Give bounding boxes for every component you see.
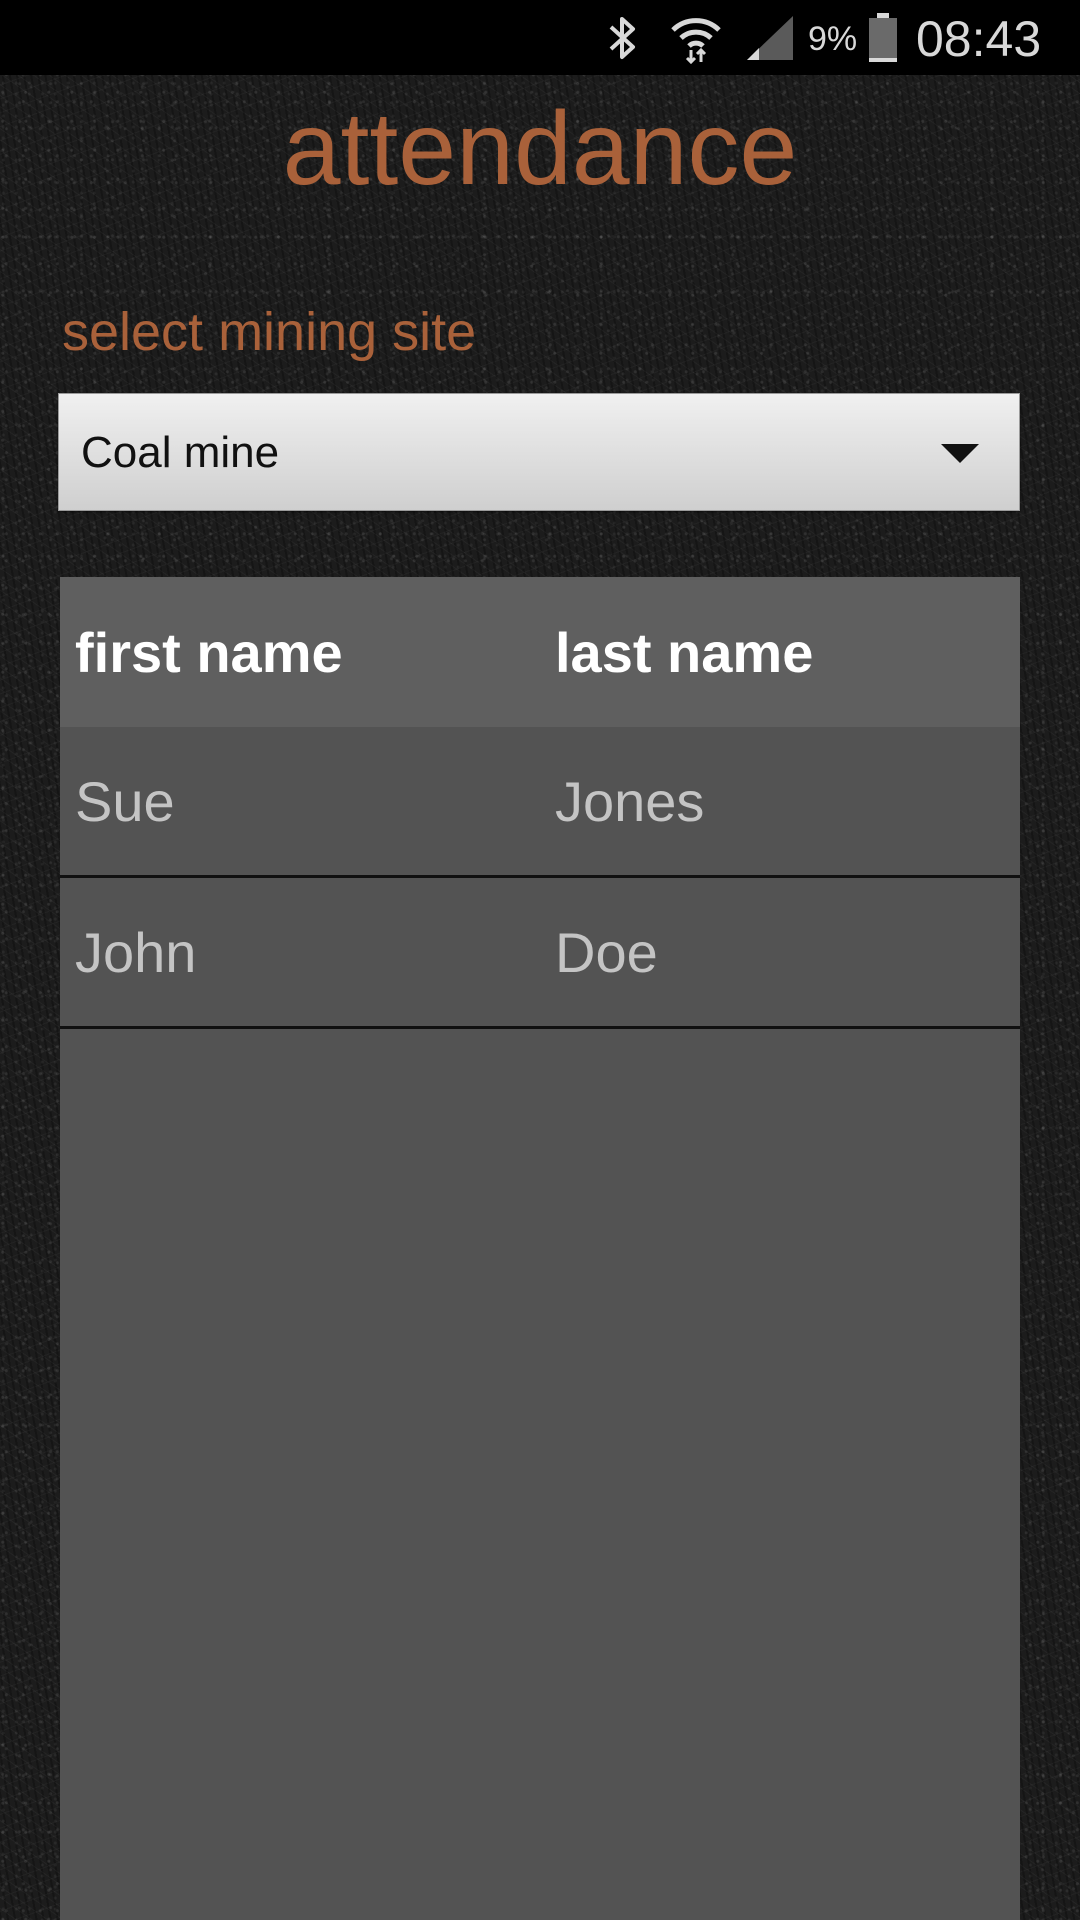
table-row[interactable]: Sue Jones [60, 727, 1020, 878]
bluetooth-icon [600, 0, 646, 75]
battery-percent: 9% [808, 20, 858, 58]
status-bar: 9% 08:43 [0, 0, 1080, 75]
signal-icon [742, 0, 798, 75]
battery-icon [866, 0, 900, 75]
header-first-name: first name [75, 620, 343, 684]
cell-first-name: Sue [75, 769, 175, 833]
mining-site-selected-value: Coal mine [81, 428, 280, 477]
site-select-label: select mining site [62, 302, 477, 362]
cell-last-name: Jones [555, 769, 705, 833]
chevron-down-icon [941, 444, 979, 463]
cell-last-name: Doe [555, 920, 658, 984]
cell-first-name: John [75, 920, 197, 984]
status-time: 08:43 [916, 11, 1042, 67]
attendance-table: first name last name Sue Jones John Doe [60, 577, 1020, 1920]
wifi-icon [666, 0, 726, 75]
attendance-screen: 9% 08:43 attendance select mining site C… [0, 0, 1080, 1920]
page-title: attendance [282, 91, 798, 207]
table-header: first name last name [60, 577, 1020, 727]
header-last-name: last name [555, 620, 814, 684]
mining-site-dropdown[interactable]: Coal mine [58, 393, 1020, 511]
table-row[interactable]: John Doe [60, 878, 1020, 1029]
